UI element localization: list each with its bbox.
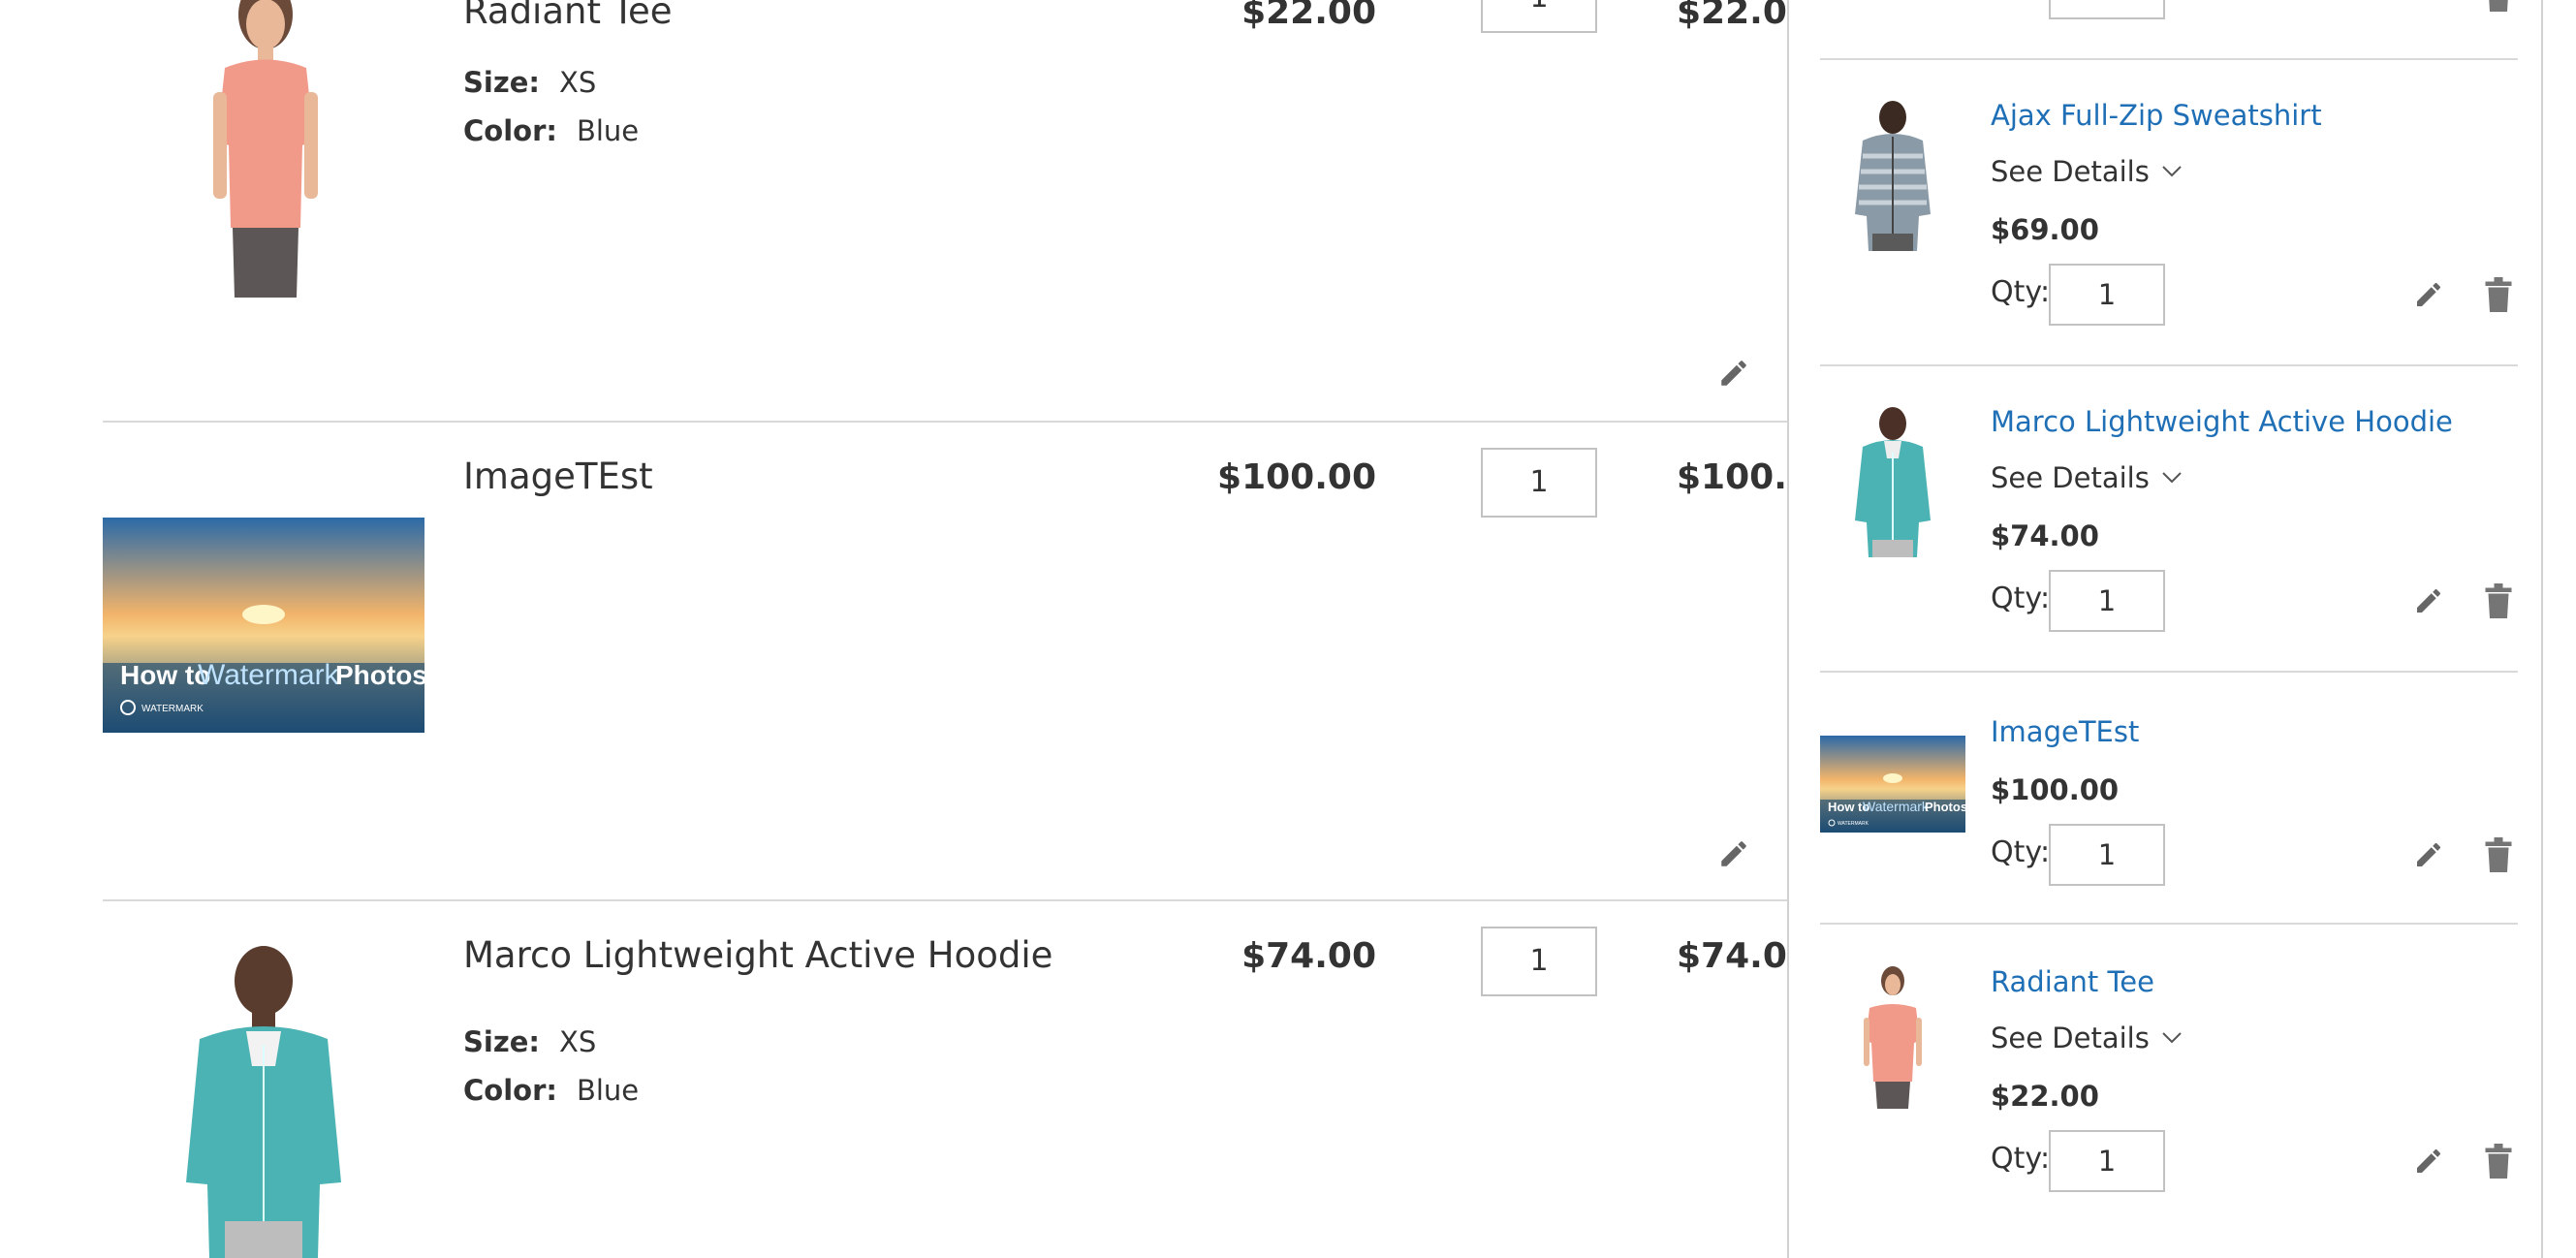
minicart-item-price: $74.00 xyxy=(1991,519,2099,552)
qty-label: Qty: xyxy=(1991,582,2051,615)
option-label: Color: xyxy=(463,1074,557,1107)
qty-input[interactable]: 1 xyxy=(2049,1130,2165,1192)
minicart-panel: Ajax Full-Zip Sweatshirt See Details $69… xyxy=(1787,0,2543,1258)
minicart-item-name[interactable]: Radiant Tee xyxy=(1991,965,2154,998)
qty-label: Qty: xyxy=(1991,1142,2051,1176)
minicart-item: Ajax Full-Zip Sweatshirt See Details $69… xyxy=(1789,60,2541,366)
qty-input[interactable] xyxy=(2049,0,2165,19)
pencil-icon xyxy=(2417,1148,2440,1173)
pencil-icon xyxy=(1721,841,1746,866)
qty-label: Qty: xyxy=(1991,835,2051,869)
see-details-toggle[interactable]: See Details xyxy=(1991,1022,2183,1054)
minicart-item-name[interactable]: Marco Lightweight Active Hoodie xyxy=(1991,405,2453,438)
option-value: Blue xyxy=(576,114,640,147)
edit-item-button[interactable] xyxy=(2409,835,2448,874)
see-details-label: See Details xyxy=(1991,1022,2150,1054)
trash-icon xyxy=(2485,1144,2512,1179)
trash-icon xyxy=(2485,277,2512,312)
trash-icon xyxy=(2485,837,2512,872)
product-image[interactable] xyxy=(103,930,424,1258)
edit-item-button[interactable] xyxy=(2409,275,2448,314)
option-size: Size: XS xyxy=(463,66,596,99)
image-text-line3: Photos xyxy=(335,660,424,690)
option-color: Color: Blue xyxy=(463,1074,639,1107)
option-value: XS xyxy=(558,1025,597,1058)
product-image[interactable] xyxy=(103,0,424,310)
option-label: Size: xyxy=(463,66,540,99)
see-details-toggle[interactable]: See Details xyxy=(1991,461,2183,494)
option-label: Color: xyxy=(463,114,557,147)
option-color: Color: Blue xyxy=(463,114,639,147)
product-image[interactable] xyxy=(1820,963,1965,1109)
qty-label: Qty: xyxy=(1991,275,2051,309)
edit-item-button[interactable] xyxy=(2409,1142,2448,1180)
trash-icon xyxy=(2489,0,2508,12)
see-details-label: See Details xyxy=(1991,461,2150,494)
chevron-down-icon xyxy=(2162,166,2182,177)
delete-item-button[interactable] xyxy=(2479,833,2518,876)
minicart-item: Radiant Tee See Details $22.00 Qty: 1 xyxy=(1789,925,2541,1258)
option-value: XS xyxy=(558,66,597,99)
minicart-item-price: $100.00 xyxy=(1991,773,2120,806)
see-details-toggle[interactable]: See Details xyxy=(1991,155,2183,188)
cart-item-row: Radiant Tee $22.00 1 $22.00 Size:XS Colo… xyxy=(103,0,1811,419)
product-image[interactable] xyxy=(1820,97,1965,252)
trash-icon xyxy=(2485,583,2512,618)
minicart-item-price: $22.00 xyxy=(1991,1080,2099,1113)
image-brand: WATERMARK xyxy=(1838,821,1869,827)
cart-item-row: Marco Lightweight Active Hoodie $74.00 1… xyxy=(103,901,1811,1258)
product-price: $74.00 xyxy=(1241,936,1376,976)
pencil-icon xyxy=(2417,842,2440,866)
minicart-item-name[interactable]: ImageTEst xyxy=(1991,715,2139,748)
product-name[interactable]: ImageTEst xyxy=(463,456,653,497)
qty-input[interactable]: 1 xyxy=(2049,570,2165,632)
minicart-item-name[interactable]: Ajax Full-Zip Sweatshirt xyxy=(1991,99,2322,132)
delete-item-button[interactable] xyxy=(2479,273,2518,316)
see-details-label: See Details xyxy=(1991,155,2150,188)
pencil-icon xyxy=(1721,361,1746,386)
product-price: $100.00 xyxy=(1217,457,1376,497)
qty-input[interactable]: 1 xyxy=(1481,448,1597,518)
delete-item-button[interactable] xyxy=(2479,580,2518,622)
minicart-item-price: $69.00 xyxy=(1991,213,2099,246)
chevron-down-icon xyxy=(2162,472,2182,484)
qty-input[interactable]: 1 xyxy=(1481,0,1597,33)
edit-item-button[interactable] xyxy=(2409,582,2448,620)
image-text-line3: Photos xyxy=(1925,800,1965,814)
edit-item-button[interactable] xyxy=(1713,353,1754,393)
product-image[interactable]: How to Watermark Photos WATERMARK xyxy=(103,518,424,733)
pencil-icon xyxy=(2417,282,2440,306)
cart-item-row: How to Watermark Photos WATERMARK ImageT… xyxy=(103,423,1836,901)
edit-item-button[interactable] xyxy=(1713,833,1754,874)
product-name[interactable]: Radiant Tee xyxy=(463,0,673,32)
option-size: Size: XS xyxy=(463,1025,596,1058)
option-label: Size: xyxy=(463,1025,540,1058)
pencil-icon xyxy=(2417,588,2440,613)
product-price: $22.00 xyxy=(1241,0,1376,32)
option-value: Blue xyxy=(576,1074,640,1107)
delete-item-button[interactable] xyxy=(2479,1140,2518,1182)
qty-input[interactable]: 1 xyxy=(2049,824,2165,886)
qty-input[interactable]: 1 xyxy=(2049,264,2165,326)
image-brand: WATERMARK xyxy=(141,704,204,714)
product-image[interactable] xyxy=(1820,403,1965,558)
delete-item-button[interactable] xyxy=(2479,0,2518,16)
minicart-item: How to Watermark Photos WATERMARK ImageT… xyxy=(1789,673,2541,923)
image-text-line2: Watermark xyxy=(1863,799,1930,814)
product-name[interactable]: Marco Lightweight Active Hoodie xyxy=(463,934,1052,976)
minicart-item: Marco Lightweight Active Hoodie See Deta… xyxy=(1789,366,2541,673)
product-image[interactable]: How to Watermark Photos WATERMARK xyxy=(1820,735,1965,833)
chevron-down-icon xyxy=(2162,1032,2182,1044)
qty-input[interactable]: 1 xyxy=(1481,927,1597,996)
image-text-line2: Watermark xyxy=(198,659,340,691)
